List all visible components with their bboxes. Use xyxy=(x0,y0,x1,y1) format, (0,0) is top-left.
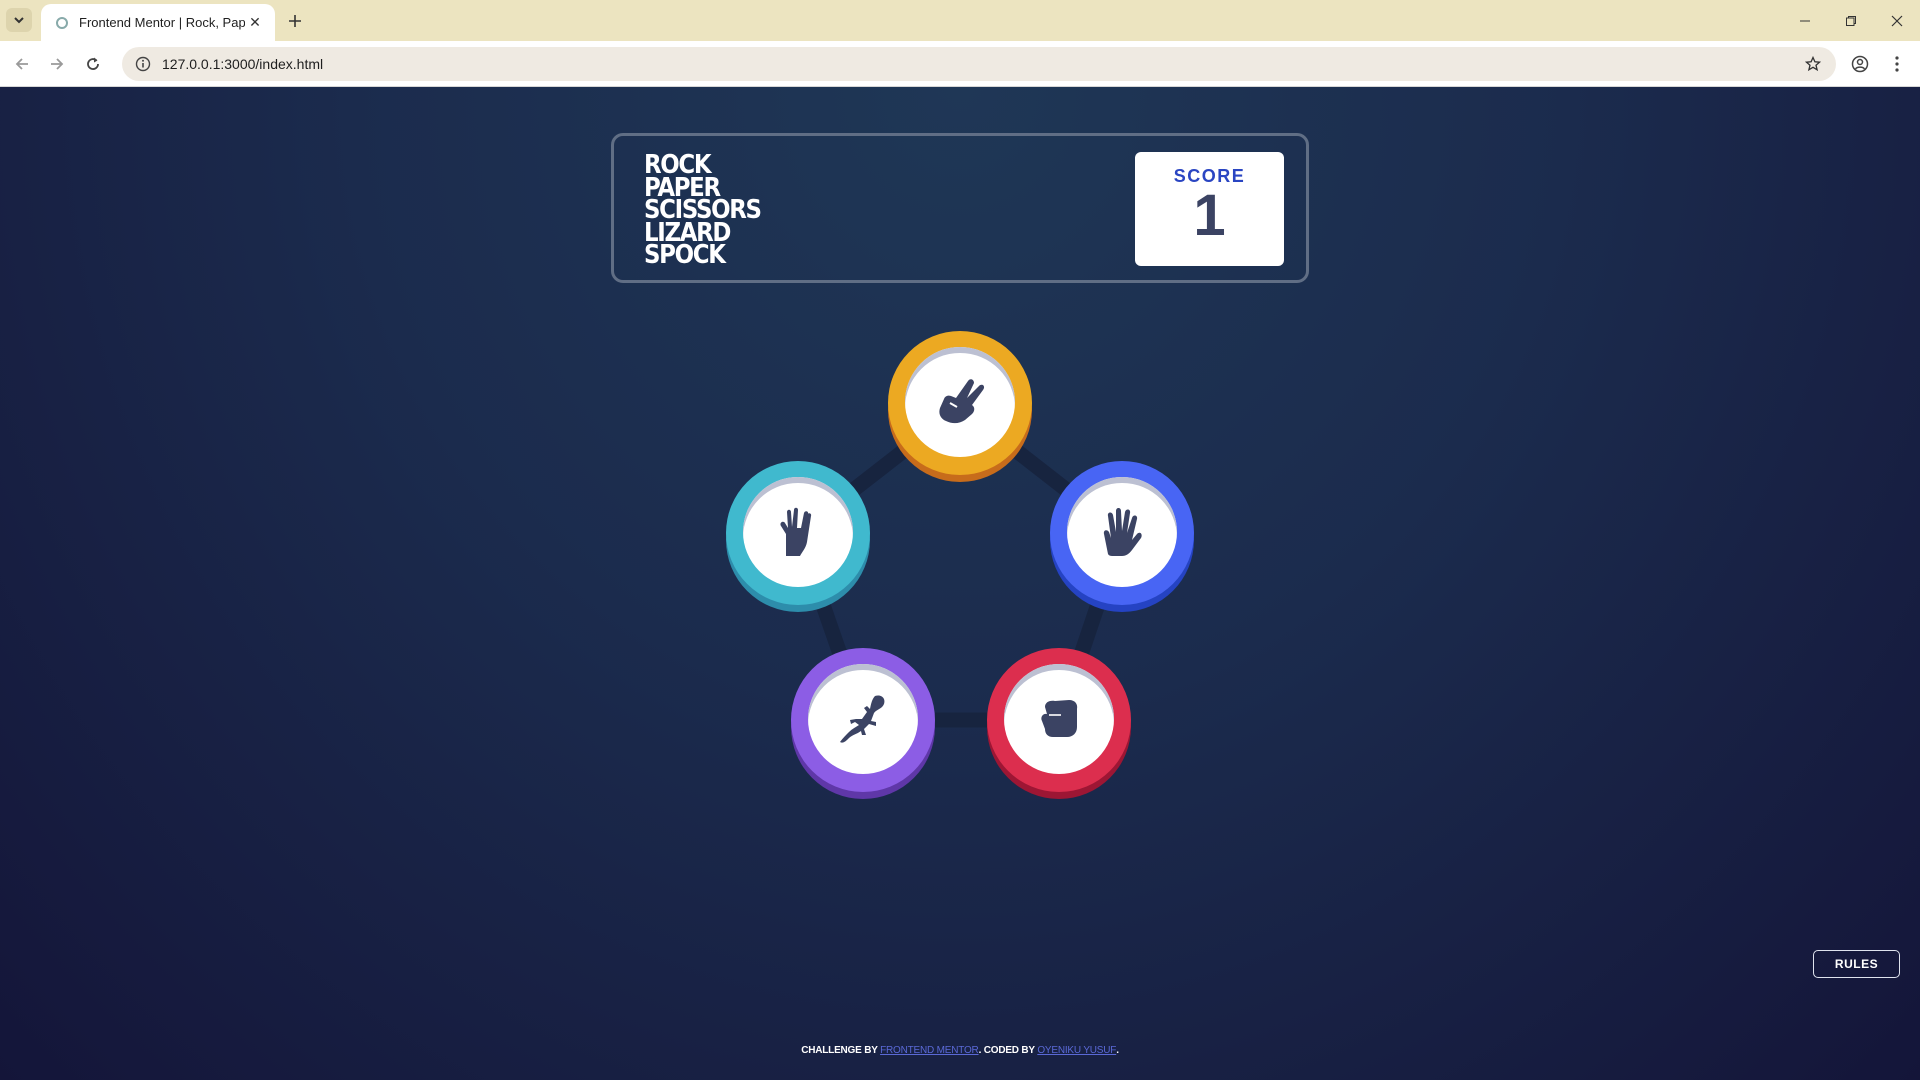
back-button[interactable] xyxy=(7,49,37,79)
browser-tab[interactable]: Frontend Mentor | Rock, Paper, ✕ xyxy=(41,4,275,41)
paper-face xyxy=(1067,477,1177,587)
scissors-button[interactable] xyxy=(888,331,1032,483)
lizard-face xyxy=(808,664,918,774)
kebab-menu-icon xyxy=(1895,56,1899,72)
restore-button[interactable] xyxy=(1828,0,1874,41)
score-header: ROCK PAPER SCISSORS LIZARD SPOCK SCORE 1 xyxy=(611,133,1309,283)
attribution-middle: . CODED BY xyxy=(978,1045,1038,1056)
score-value: 1 xyxy=(1193,183,1226,248)
spock-button[interactable] xyxy=(726,461,870,613)
rock-face xyxy=(1004,664,1114,774)
spock-hand-icon xyxy=(780,507,812,556)
rules-button[interactable]: RULES xyxy=(1813,950,1900,978)
favicon-icon xyxy=(56,16,68,29)
chevron-down-icon xyxy=(14,17,24,24)
title-line-spock: SPOCK xyxy=(644,240,726,270)
tab-title: Frontend Mentor | Rock, Paper, xyxy=(79,15,245,30)
arrow-right-icon xyxy=(51,58,64,70)
scissors-hand-icon xyxy=(939,379,985,424)
browser-menu-button[interactable] xyxy=(1882,49,1912,79)
forward-button[interactable] xyxy=(42,49,72,79)
attribution-suffix: . xyxy=(1116,1045,1119,1056)
plus-icon xyxy=(289,15,301,27)
score-box: SCORE 1 xyxy=(1135,152,1284,266)
bookmark-star-icon[interactable] xyxy=(1802,53,1824,75)
restore-icon xyxy=(1846,15,1856,26)
attribution-prefix: CHALLENGE BY xyxy=(801,1045,881,1056)
url-text: 127.0.0.1:3000/index.html xyxy=(162,56,324,72)
browser-toolbar: 127.0.0.1:3000/index.html xyxy=(0,41,1920,87)
scissors-face xyxy=(905,347,1015,457)
rock-button[interactable] xyxy=(987,648,1131,800)
attribution: CHALLENGE BY FRONTEND MENTOR. CODED BY O… xyxy=(0,1045,1920,1056)
tab-search-button[interactable] xyxy=(6,8,32,32)
reload-button[interactable] xyxy=(78,49,108,79)
minimize-button[interactable] xyxy=(1782,0,1828,41)
spock-face xyxy=(743,477,853,587)
close-window-button[interactable] xyxy=(1874,0,1920,41)
minimize-icon xyxy=(1800,20,1810,21)
close-tab-icon[interactable]: ✕ xyxy=(245,13,265,33)
frontend-mentor-link[interactable]: FRONTEND MENTOR xyxy=(880,1045,979,1056)
author-link[interactable]: OYENIKU YUSUF xyxy=(1037,1045,1116,1056)
browser-tab-bar: Frontend Mentor | Rock, Paper, ✕ xyxy=(0,0,1920,41)
rock-fist-icon xyxy=(1041,700,1078,737)
paper-hand-icon xyxy=(1103,508,1142,556)
arrow-left-icon xyxy=(15,58,28,70)
game-title: ROCK PAPER SCISSORS LIZARD SPOCK xyxy=(644,152,762,270)
reload-icon xyxy=(87,57,99,70)
game-page: ROCK PAPER SCISSORS LIZARD SPOCK SCORE 1 xyxy=(0,87,1920,1080)
address-bar[interactable]: 127.0.0.1:3000/index.html xyxy=(122,47,1836,81)
new-tab-button[interactable] xyxy=(282,8,308,34)
profile-button[interactable] xyxy=(1845,49,1875,79)
paper-button[interactable] xyxy=(1050,461,1194,613)
site-info-icon[interactable] xyxy=(134,55,152,73)
account-circle-icon xyxy=(1851,55,1869,73)
close-icon xyxy=(1891,15,1903,26)
lizard-icon xyxy=(840,695,885,743)
lizard-button[interactable] xyxy=(791,648,935,800)
